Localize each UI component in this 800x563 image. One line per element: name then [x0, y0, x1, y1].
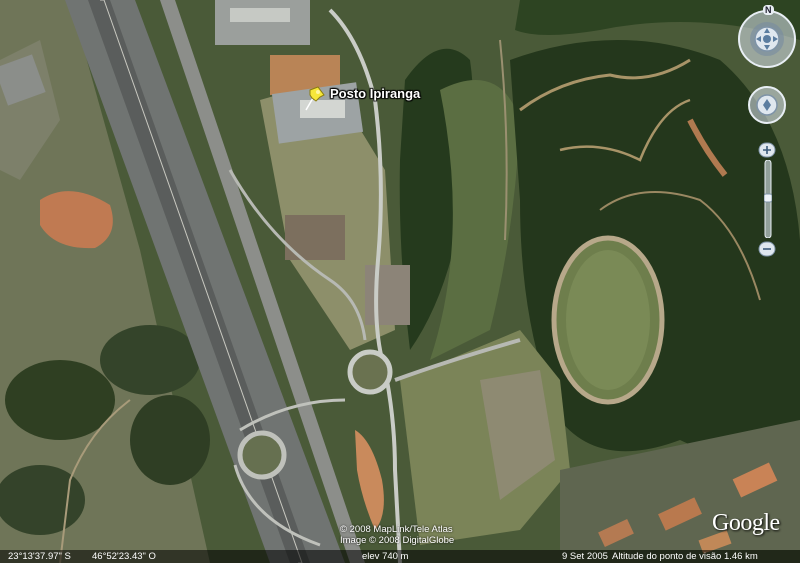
zoom-out-icon[interactable] — [758, 241, 776, 262]
north-indicator[interactable]: N — [763, 5, 774, 15]
eye-altitude-readout: Altitude do ponto de visão 1.46 km — [612, 551, 758, 562]
compass-ring-icon[interactable] — [735, 5, 799, 74]
google-logo: Google — [712, 510, 780, 536]
imagery-credits: © 2008 MapLink/Tele Atlas Image © 2008 D… — [340, 524, 454, 546]
longitude-readout: 46°52'23.43" O — [92, 551, 156, 562]
imagery-date: 9 Set 2005 — [562, 551, 608, 562]
placemark[interactable]: Posto Ipiranga — [304, 86, 420, 117]
credits-maplink: © 2008 MapLink/Tele Atlas — [340, 524, 453, 535]
credits-digitalglobe: Image © 2008 DigitalGlobe — [340, 535, 455, 546]
move-joystick-icon[interactable] — [747, 85, 787, 130]
satellite-map[interactable]: Posto Ipiranga N © 2008 MapLink/Tele Atl… — [0, 0, 800, 563]
zoom-slider-icon[interactable] — [763, 159, 773, 243]
navigation-controls: N — [735, 5, 799, 265]
status-bar: 23°13'37.97" S 46°52'23.43" O elev 740 m… — [0, 550, 800, 563]
elevation-readout: elev 740 m — [362, 551, 409, 562]
latitude-readout: 23°13'37.97" S — [8, 551, 71, 562]
satellite-imagery[interactable] — [0, 0, 800, 563]
placemark-label[interactable]: Posto Ipiranga — [330, 86, 420, 101]
pushpin-icon[interactable] — [304, 86, 326, 117]
